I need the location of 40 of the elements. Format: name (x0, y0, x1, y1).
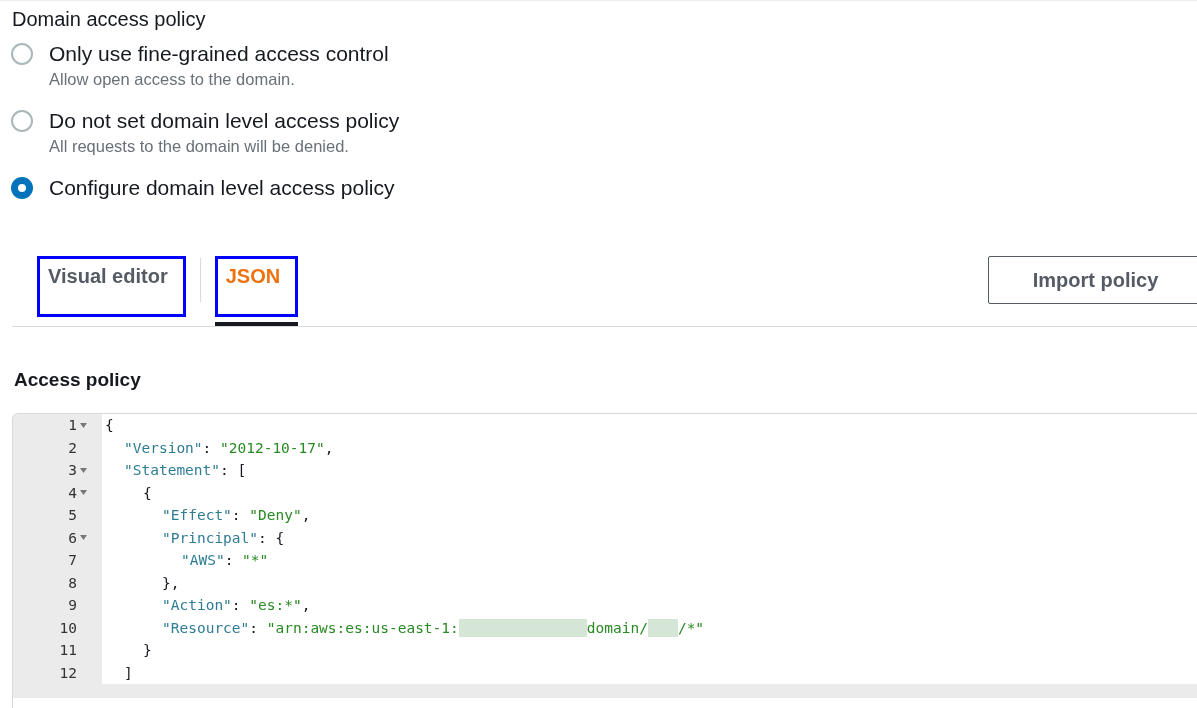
option-label: Configure domain level access policy (49, 176, 395, 200)
option-label: Do not set domain level access policy (49, 109, 400, 133)
option-label: Only use fine-grained access control (49, 42, 389, 66)
line-number: 9 (68, 596, 77, 615)
code-line: }, (161, 573, 180, 593)
radio-button[interactable] (11, 110, 33, 132)
code-line: "Effect": "Deny", (161, 506, 311, 525)
line-number: 11 (59, 641, 77, 660)
code-line: "Principal": { (161, 528, 285, 548)
line-number: 7 (68, 551, 77, 570)
code-line: "Resource": "arn:aws:es:us-east-1: domain/ /*" (161, 617, 705, 639)
line-number: 6 (68, 528, 77, 548)
radio-button[interactable] (11, 43, 33, 65)
option-description: Allow open access to the domain. (49, 70, 296, 89)
option-description: All requests to the domain will be denied. (49, 137, 350, 156)
code-editor[interactable]: 1 { 2 "Version": "2012-10-17", 3 "Statement": [ 4 { 5 "Effect": "Deny", 6 "Principal": { 7 "AWS": "*" 8 }, 9 "Action": "es:*", 10 "Resource": "arn:aws:es:us-east-1: domain/ /*" 11 } 12 ] (12, 413, 1197, 708)
line-number: 5 (68, 506, 77, 525)
section-title: Domain access policy (11, 7, 207, 32)
code-line: "AWS": "*" (180, 551, 269, 570)
fold-icon[interactable] (80, 490, 87, 496)
fold-icon[interactable] (80, 422, 87, 428)
code-line: "Version": "2012-10-17", (123, 438, 334, 458)
import-policy-button[interactable]: Import policy (988, 256, 1197, 304)
line-number: 3 (68, 461, 77, 480)
fold-icon[interactable] (80, 467, 87, 473)
line-number: 2 (68, 438, 77, 458)
code-line: } (142, 641, 152, 660)
line-number: 10 (59, 618, 77, 638)
line-number: 4 (68, 483, 77, 503)
code-line: { (142, 483, 152, 503)
editor-label: Access policy (13, 368, 142, 392)
fold-icon[interactable] (80, 535, 87, 541)
code-line: "Action": "es:*", (161, 596, 311, 615)
code-line: "Statement": [ (123, 461, 247, 480)
line-number: 12 (59, 663, 77, 683)
code-line: ] (123, 663, 133, 683)
line-number: 8 (68, 573, 77, 593)
code-line: { (104, 416, 114, 435)
line-number: 1 (68, 416, 77, 435)
radio-button[interactable] (11, 177, 33, 199)
